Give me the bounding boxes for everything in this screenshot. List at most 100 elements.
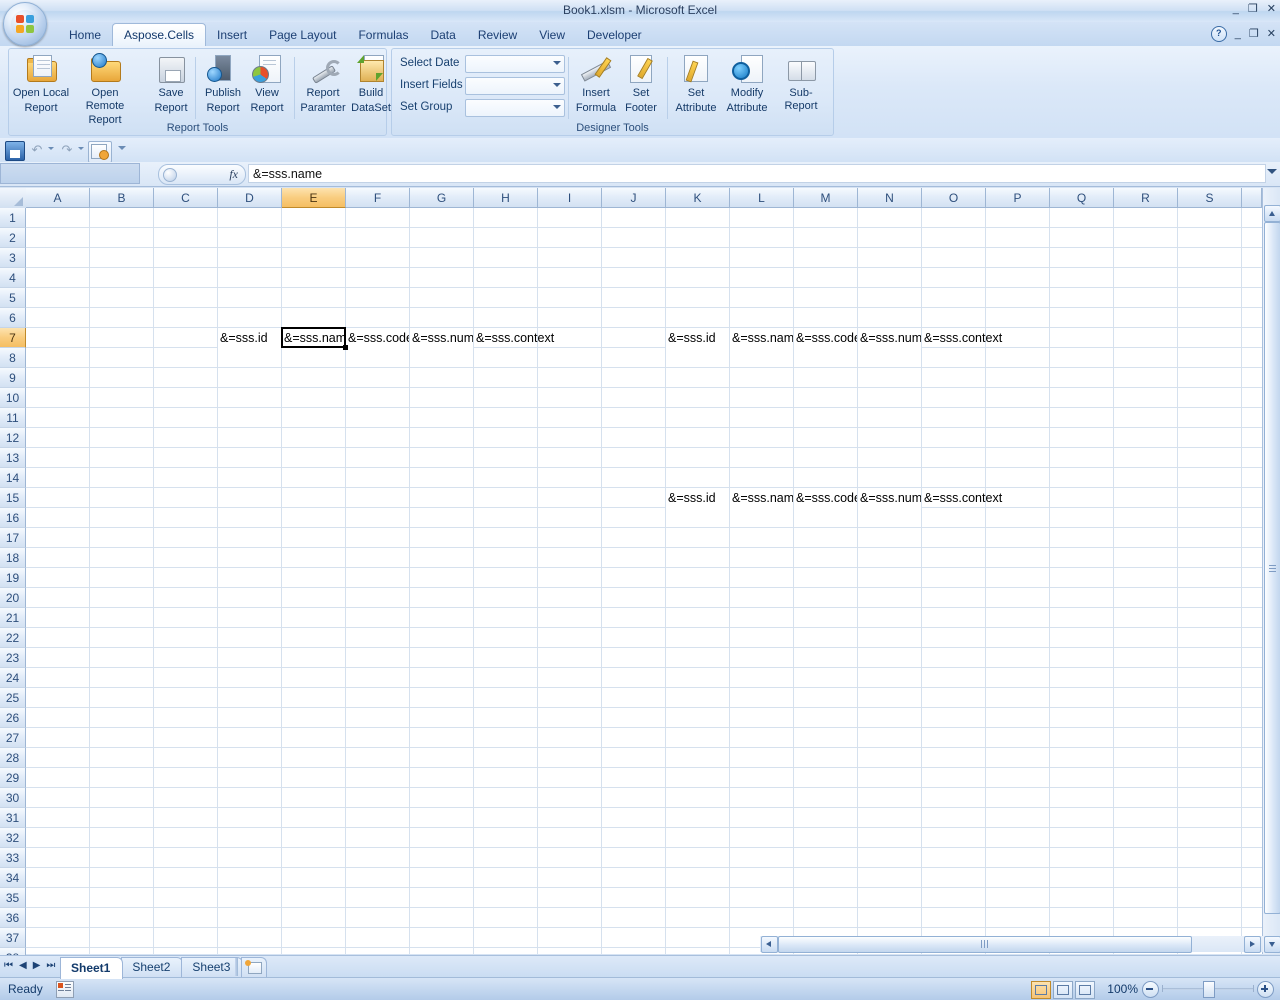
row-header-16[interactable]: 16 — [0, 508, 26, 528]
insert-function-icon[interactable]: fx — [229, 167, 238, 182]
redo-icon[interactable]: ↷ — [58, 141, 76, 159]
row-header-28[interactable]: 28 — [0, 748, 26, 768]
cell-M15[interactable]: &=sss.code — [794, 488, 857, 508]
column-header-j[interactable]: J — [602, 188, 666, 208]
row-header-36[interactable]: 36 — [0, 908, 26, 928]
column-header-h[interactable]: H — [474, 188, 538, 208]
insert-worksheet-icon[interactable] — [241, 957, 268, 978]
cell-K15[interactable]: &=sss.id — [666, 488, 729, 508]
scroll-up-button[interactable] — [1264, 205, 1280, 222]
row-header-14[interactable]: 14 — [0, 468, 26, 488]
row-header-27[interactable]: 27 — [0, 728, 26, 748]
zoom-slider[interactable] — [1142, 981, 1274, 998]
cell-L15[interactable]: &=sss.name — [730, 488, 793, 508]
row-header-7[interactable]: 7 — [0, 328, 26, 348]
cell-D7[interactable]: &=sss.id — [218, 328, 281, 348]
open-remote-report-button[interactable]: Open Remote Report — [75, 53, 135, 127]
column-header-k[interactable]: K — [666, 188, 730, 208]
undo-dropdown-icon[interactable] — [48, 147, 54, 150]
row-header-24[interactable]: 24 — [0, 668, 26, 688]
page-layout-view-button[interactable] — [1053, 981, 1073, 999]
cell-F7[interactable]: &=sss.code — [346, 328, 409, 348]
row-header-31[interactable]: 31 — [0, 808, 26, 828]
normal-view-button[interactable] — [1031, 981, 1051, 999]
tab-developer[interactable]: Developer — [576, 25, 653, 46]
set-group-combo[interactable] — [465, 99, 565, 117]
row-header-34[interactable]: 34 — [0, 868, 26, 888]
column-header-n[interactable]: N — [858, 188, 922, 208]
cell-O15[interactable]: &=sss.context — [922, 488, 1063, 508]
save-icon[interactable] — [5, 141, 25, 161]
office-button[interactable] — [3, 2, 47, 46]
tab-page-layout[interactable]: Page Layout — [258, 25, 347, 46]
select-date-combo[interactable] — [465, 55, 565, 73]
minimize-window-icon[interactable]: _ — [1235, 28, 1241, 40]
row-header-32[interactable]: 32 — [0, 828, 26, 848]
cell-N7[interactable]: &=sss.number — [858, 328, 921, 348]
formula-input[interactable]: &=sss.name — [248, 164, 1266, 183]
column-header-b[interactable]: B — [90, 188, 154, 208]
cell-L7[interactable]: &=sss.name — [730, 328, 793, 348]
cell-O7[interactable]: &=sss.context — [922, 328, 1063, 348]
tab-review[interactable]: Review — [467, 25, 528, 46]
row-header-2[interactable]: 2 — [0, 228, 26, 248]
modify-attribute-button[interactable]: Modify Attribute — [719, 53, 775, 114]
sub-report-button[interactable]: Sub-Report — [773, 53, 829, 112]
expand-formula-bar-icon[interactable] — [1267, 169, 1277, 174]
row-header-21[interactable]: 21 — [0, 608, 26, 628]
row-header-9[interactable]: 9 — [0, 368, 26, 388]
tab-view[interactable]: View — [528, 25, 576, 46]
row-header-20[interactable]: 20 — [0, 588, 26, 608]
cell-M7[interactable]: &=sss.code — [794, 328, 857, 348]
row-header-33[interactable]: 33 — [0, 848, 26, 868]
column-header-i[interactable]: I — [538, 188, 602, 208]
column-header-g[interactable]: G — [410, 188, 474, 208]
row-header-29[interactable]: 29 — [0, 768, 26, 788]
row-header-11[interactable]: 11 — [0, 408, 26, 428]
row-header-8[interactable]: 8 — [0, 348, 26, 368]
page-break-preview-button[interactable] — [1075, 981, 1095, 999]
row-header-5[interactable]: 5 — [0, 288, 26, 308]
sheet-tab-sheet2[interactable]: Sheet2 — [121, 957, 184, 978]
column-header-p[interactable]: P — [986, 188, 1050, 208]
name-box[interactable] — [0, 163, 140, 184]
vertical-scrollbar[interactable] — [1262, 188, 1280, 954]
tab-data[interactable]: Data — [419, 25, 466, 46]
row-header-10[interactable]: 10 — [0, 388, 26, 408]
tab-formulas[interactable]: Formulas — [347, 25, 419, 46]
column-header-r[interactable]: R — [1114, 188, 1178, 208]
previous-sheet-icon[interactable]: ◀ — [19, 960, 27, 972]
zoom-in-button[interactable] — [1257, 981, 1274, 998]
row-header-3[interactable]: 3 — [0, 248, 26, 268]
build-dataset-button[interactable]: Build DataSet — [344, 53, 398, 114]
close-button[interactable]: ✕ — [1267, 3, 1276, 15]
sheet-tab-sheet1[interactable]: Sheet1 — [60, 957, 124, 979]
tab-insert[interactable]: Insert — [206, 25, 258, 46]
row-header-30[interactable]: 30 — [0, 788, 26, 808]
last-sheet-icon[interactable]: ⏭ — [46, 960, 55, 972]
tab-aspose-cells[interactable]: Aspose.Cells — [112, 23, 207, 46]
cell-area[interactable]: &=sss.id&=sss.name&=sss.code&=sss.number… — [26, 208, 1262, 954]
zoom-out-button[interactable] — [1142, 981, 1159, 998]
redo-dropdown-icon[interactable] — [78, 147, 84, 150]
tab-split-handle[interactable] — [235, 958, 238, 976]
scroll-left-button[interactable] — [761, 936, 778, 953]
row-header-4[interactable]: 4 — [0, 268, 26, 288]
row-header-23[interactable]: 23 — [0, 648, 26, 668]
column-header-a[interactable]: A — [26, 188, 90, 208]
cell-G7[interactable]: &=sss.number — [410, 328, 473, 348]
column-header-f[interactable]: F — [346, 188, 410, 208]
row-header-12[interactable]: 12 — [0, 428, 26, 448]
open-local-report-button[interactable]: Open Local Report — [11, 53, 71, 114]
row-header-6[interactable]: 6 — [0, 308, 26, 328]
fill-handle[interactable] — [343, 345, 348, 350]
zoom-level-label[interactable]: 100% — [1107, 982, 1138, 996]
row-header-13[interactable]: 13 — [0, 448, 26, 468]
minimize-button[interactable]: _ — [1233, 3, 1239, 15]
zoom-slider-thumb[interactable] — [1203, 981, 1215, 998]
row-header-22[interactable]: 22 — [0, 628, 26, 648]
column-header-q[interactable]: Q — [1050, 188, 1114, 208]
horizontal-scrollbar[interactable] — [760, 936, 1263, 953]
column-header-s[interactable]: S — [1178, 188, 1242, 208]
view-report-button[interactable]: View Report — [241, 53, 293, 114]
